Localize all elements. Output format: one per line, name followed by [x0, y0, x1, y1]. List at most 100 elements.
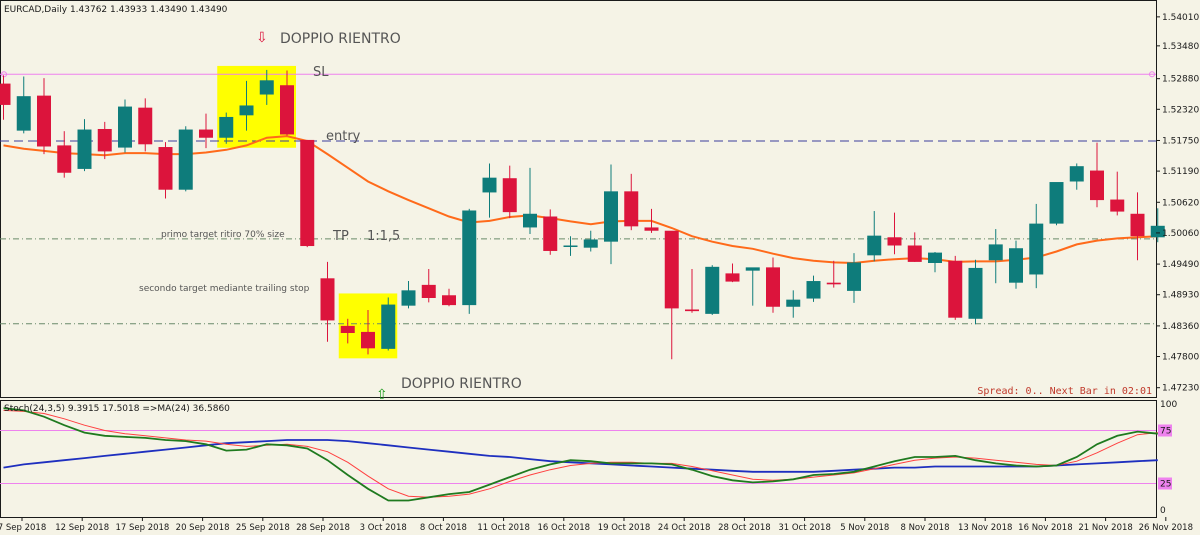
- candle-body: [482, 177, 497, 193]
- candle-body: [37, 95, 51, 147]
- candle-body: [1029, 223, 1044, 275]
- candle-body: [280, 85, 294, 135]
- candle-body: [381, 304, 396, 349]
- price-tick-label: 1.52880: [1162, 75, 1199, 85]
- candle-body: [928, 252, 942, 263]
- time-tick-label: 26 Nov 2018: [1139, 523, 1193, 533]
- time-tick-label: 16 Oct 2018: [538, 523, 591, 533]
- price-tick-label: 1.48360: [1162, 322, 1199, 332]
- time-tick-label: 21 Nov 2018: [1078, 523, 1132, 533]
- time-tick-label: 25 Sep 2018: [236, 523, 290, 533]
- candle: [705, 265, 720, 315]
- candle-body: [0, 83, 11, 105]
- price-tick-label: 1.50060: [1162, 229, 1199, 239]
- candle-body: [300, 139, 315, 247]
- candle-body: [421, 284, 436, 298]
- time-tick-label: 19 Oct 2018: [598, 523, 651, 533]
- stochastic-tick-label: 75: [1160, 427, 1171, 437]
- candle-body: [1049, 182, 1064, 224]
- candle-body: [1130, 213, 1145, 237]
- annotation-sl: SL: [313, 65, 329, 80]
- candle: [1049, 182, 1064, 226]
- time-tick-label: 8 Oct 2018: [420, 523, 467, 533]
- annotation-doppio-rientro-top: DOPPIO RIENTRO: [280, 31, 401, 47]
- candle-body: [604, 191, 618, 242]
- time-tick-label: 16 Nov 2018: [1018, 523, 1072, 533]
- candle-body: [118, 106, 132, 148]
- stochastic-tick-label: 25: [1160, 480, 1171, 490]
- candle-body: [664, 230, 679, 309]
- annotation-primo-target: primo target ritiro 70% size: [161, 230, 285, 240]
- time-tick-label: 5 Nov 2018: [840, 523, 889, 533]
- time-tick-label: 24 Oct 2018: [658, 523, 711, 533]
- candle-body: [361, 331, 375, 349]
- price-tick-label: 1.51750: [1162, 136, 1199, 146]
- candle-body: [867, 235, 882, 256]
- candle-body: [523, 213, 537, 228]
- stochastic-header: Stoch(24,3,5) 9.3915 17.5018 =>MA(24) 36…: [4, 404, 230, 414]
- candle-body: [401, 290, 416, 306]
- annotation-tp: TP: [332, 229, 349, 244]
- candle-body: [1110, 199, 1125, 212]
- price-tick-label: 1.52320: [1162, 105, 1199, 115]
- stochastic-tick-label: 0: [1160, 506, 1166, 516]
- candle-body: [462, 210, 477, 306]
- candle-body: [178, 129, 193, 190]
- price-tick-label: 1.47230: [1162, 384, 1199, 394]
- price-tick-label: 1.54010: [1162, 13, 1199, 23]
- time-tick-label: 7 Sep 2018: [0, 523, 46, 533]
- candle: [462, 208, 477, 314]
- candle: [118, 99, 132, 153]
- candle-body: [907, 245, 922, 262]
- candle-body: [1090, 170, 1104, 201]
- price-tick-label: 1.50620: [1162, 198, 1199, 208]
- status-spread-next-bar: Spread: 0.. Next Bar in 02:01: [977, 386, 1152, 397]
- candle-body: [968, 267, 983, 319]
- time-tick-label: 12 Sep 2018: [55, 523, 109, 533]
- candle: [300, 139, 315, 248]
- candle-body: [543, 216, 558, 251]
- candle-body: [442, 295, 456, 306]
- candle-body: [786, 299, 801, 307]
- price-tick-label: 1.49490: [1162, 260, 1199, 270]
- candle-body: [158, 147, 173, 190]
- annotation-entry: entry: [326, 129, 361, 144]
- candle-body: [745, 267, 760, 271]
- time-tick-label: 11 Oct 2018: [477, 523, 530, 533]
- candle: [968, 259, 983, 325]
- candle-body: [826, 282, 841, 285]
- candle-body: [644, 227, 659, 231]
- candle-body: [847, 262, 861, 291]
- time-tick-label: 13 Nov 2018: [958, 523, 1012, 533]
- candle-body: [806, 281, 821, 299]
- candle-body: [1069, 166, 1084, 182]
- time-tick-label: 3 Oct 2018: [360, 523, 407, 533]
- candle: [948, 255, 963, 320]
- candle-body: [77, 129, 92, 169]
- candle-body: [219, 116, 234, 138]
- annotation-risk-reward: 1:1,5: [367, 229, 400, 244]
- stochastic-tick-label: 100: [1160, 400, 1177, 410]
- candle: [178, 126, 193, 192]
- trading-chart: 1.54010 1.53480 1.52880 1.52320 1.51750 1.511…: [0, 0, 1200, 535]
- candle-body: [766, 267, 780, 307]
- time-tick-label: 28 Oct 2018: [718, 523, 771, 533]
- candle-body: [624, 191, 639, 227]
- candle-body: [57, 145, 72, 173]
- price-tick-label: 1.47800: [1162, 353, 1199, 363]
- price-tick-label: 1.51190: [1162, 167, 1199, 177]
- time-tick-label: 28 Sep 2018: [296, 523, 350, 533]
- candle-body: [583, 239, 598, 248]
- time-tick-label: 31 Oct 2018: [778, 523, 831, 533]
- candle-body: [239, 105, 254, 116]
- candle-body: [16, 96, 31, 131]
- time-tick-label: 17 Sep 2018: [115, 523, 169, 533]
- arrow-down-icon: ⇩: [256, 30, 268, 46]
- candle-body: [340, 325, 355, 334]
- time-tick-label: 8 Nov 2018: [900, 523, 949, 533]
- candle-body: [502, 178, 517, 213]
- candle-body: [563, 245, 578, 247]
- time-tick-label: 20 Sep 2018: [176, 523, 230, 533]
- candle-body: [97, 128, 112, 152]
- candle-body: [725, 273, 740, 282]
